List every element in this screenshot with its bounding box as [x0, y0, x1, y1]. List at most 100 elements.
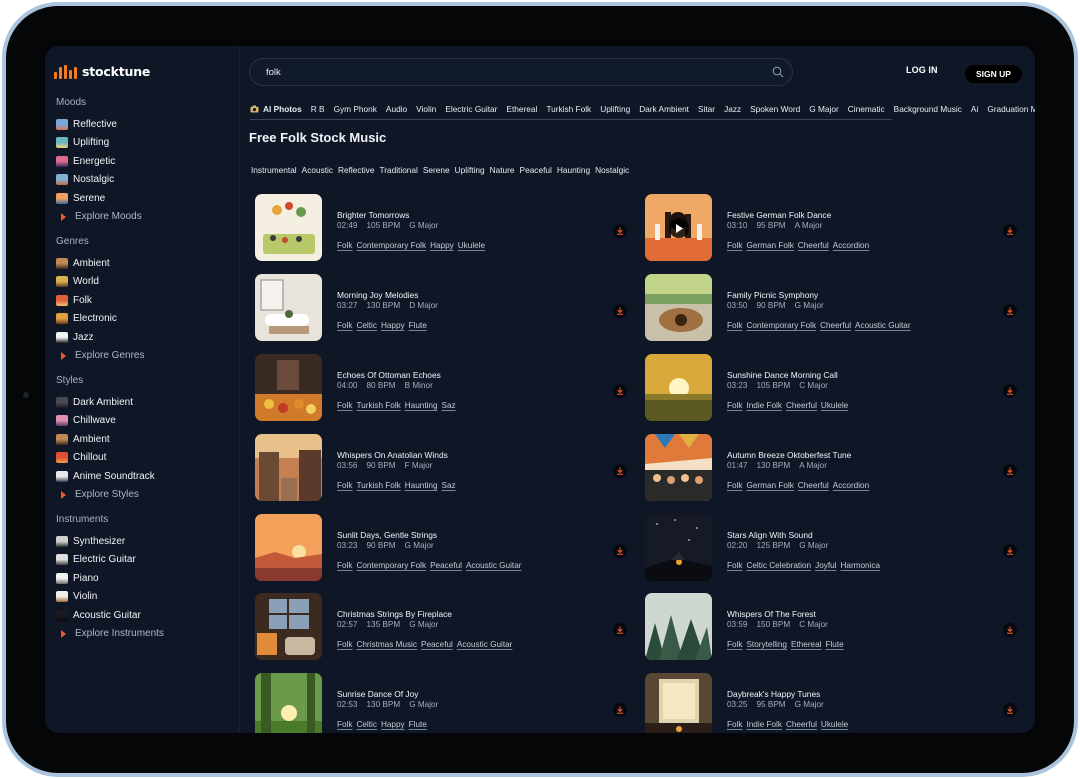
- play-icon[interactable]: [669, 218, 689, 238]
- track-tag[interactable]: Storytelling: [746, 640, 787, 649]
- track-tag[interactable]: Cheerful: [798, 241, 829, 250]
- track-tag[interactable]: Harmonica: [840, 561, 880, 570]
- chip-ethereal[interactable]: Ethereal: [502, 104, 542, 114]
- track-title[interactable]: Festive German Folk Dance: [727, 210, 831, 220]
- chip-sitar[interactable]: Sitar: [694, 104, 720, 114]
- track-card[interactable]: Stars Align With Sound 02:20 125 BPM G Majo…: [645, 511, 1025, 587]
- track-artwork[interactable]: [645, 514, 712, 581]
- subtag-nature[interactable]: Nature: [490, 165, 520, 175]
- track-tag[interactable]: Turkish Folk: [356, 401, 400, 410]
- track-tag[interactable]: Folk: [337, 241, 352, 250]
- sidebar-item-chillwave[interactable]: Chillwave: [56, 412, 155, 431]
- sidebar-item-reflective[interactable]: Reflective: [56, 115, 142, 134]
- track-card[interactable]: Sunrise Dance Of Joy 02:53 130 BPM G Major F…: [255, 670, 635, 733]
- track-tag[interactable]: Flute: [409, 720, 427, 729]
- track-title[interactable]: Echoes Of Ottoman Echoes: [337, 370, 441, 380]
- chip-audio[interactable]: Audio: [381, 104, 411, 114]
- track-title[interactable]: Christmas Strings By Fireplace: [337, 609, 452, 619]
- track-tag[interactable]: Contemporary Folk: [746, 321, 816, 330]
- subtag-traditional[interactable]: Traditional: [379, 165, 422, 175]
- explore-styles-link[interactable]: Explore Styles: [56, 486, 155, 504]
- sidebar-item-piano[interactable]: Piano: [56, 569, 164, 588]
- subtag-nostalgic[interactable]: Nostalgic: [595, 165, 634, 175]
- download-button[interactable]: [1003, 623, 1017, 637]
- download-button[interactable]: [1003, 304, 1017, 318]
- track-title[interactable]: Sunlit Days, Gentle Strings: [337, 530, 437, 540]
- track-card[interactable]: Festive German Folk Dance 03:10 95 BPM A Ma…: [645, 191, 1025, 267]
- download-button[interactable]: [1003, 224, 1017, 238]
- track-tag[interactable]: Happy: [430, 241, 454, 250]
- track-tag[interactable]: German Folk: [746, 481, 793, 490]
- track-tag[interactable]: Peaceful: [421, 640, 453, 649]
- track-title[interactable]: Stars Align With Sound: [727, 530, 813, 540]
- track-tag[interactable]: Folk: [727, 561, 742, 570]
- chip-cinematic[interactable]: Cinematic: [843, 104, 889, 114]
- download-button[interactable]: [613, 464, 627, 478]
- track-card[interactable]: Whispers Of The Forest 03:59 150 BPM C Majo…: [645, 590, 1025, 666]
- track-card[interactable]: Christmas Strings By Fireplace 02:57 135 B…: [255, 590, 635, 666]
- explore-instruments-link[interactable]: Explore Instruments: [56, 625, 164, 643]
- track-tag[interactable]: Indie Folk: [746, 401, 782, 410]
- track-tag[interactable]: Indie Folk: [746, 720, 782, 729]
- track-card[interactable]: Echoes Of Ottoman Echoes 04:00 80 BPM B Min…: [255, 351, 635, 427]
- track-artwork[interactable]: [645, 434, 712, 501]
- sidebar-item-serene[interactable]: Serene: [56, 189, 142, 208]
- sidebar-item-anime-soundtrack[interactable]: Anime Soundtrack: [56, 467, 155, 486]
- track-title[interactable]: Autumn Breeze Oktoberfest Tune: [727, 450, 851, 460]
- track-card[interactable]: Morning Joy Melodies 03:27 130 BPM D Major F…: [255, 271, 635, 347]
- track-card[interactable]: Sunlit Days, Gentle Strings 03:23 90 BPM G …: [255, 511, 635, 587]
- track-artwork[interactable]: [255, 673, 322, 733]
- track-title[interactable]: Whispers Of The Forest: [727, 609, 816, 619]
- download-button[interactable]: [1003, 544, 1017, 558]
- download-button[interactable]: [613, 224, 627, 238]
- track-tag[interactable]: Saz: [442, 401, 456, 410]
- search-input[interactable]: [266, 59, 756, 85]
- chip-g-major[interactable]: G Major: [805, 104, 844, 114]
- sidebar-item-nostalgic[interactable]: Nostalgic: [56, 171, 142, 190]
- track-tag[interactable]: Joyful: [815, 561, 836, 570]
- track-tag[interactable]: Folk: [337, 720, 352, 729]
- track-title[interactable]: Morning Joy Melodies: [337, 290, 418, 300]
- sidebar-item-uplifting[interactable]: Uplifting: [56, 134, 142, 153]
- search-icon[interactable]: [772, 66, 784, 78]
- download-button[interactable]: [1003, 464, 1017, 478]
- subtag-peaceful[interactable]: Peaceful: [520, 165, 557, 175]
- track-title[interactable]: Brighter Tomorrows: [337, 210, 409, 220]
- sidebar-item-jazz[interactable]: Jazz: [56, 328, 144, 347]
- track-tag[interactable]: Contemporary Folk: [356, 561, 426, 570]
- subtag-haunting[interactable]: Haunting: [557, 165, 595, 175]
- chip-background-music[interactable]: Background Music: [889, 104, 966, 114]
- track-artwork[interactable]: [645, 593, 712, 660]
- track-tag[interactable]: Folk: [337, 321, 352, 330]
- track-artwork[interactable]: [645, 274, 712, 341]
- track-title[interactable]: Sunrise Dance Of Joy: [337, 689, 418, 699]
- track-tag[interactable]: Cheerful: [786, 720, 817, 729]
- track-tag[interactable]: Ukulele: [821, 720, 848, 729]
- track-tag[interactable]: Haunting: [405, 401, 438, 410]
- download-button[interactable]: [613, 703, 627, 717]
- login-button[interactable]: LOG IN: [906, 65, 938, 81]
- track-tag[interactable]: Folk: [337, 401, 352, 410]
- track-tag[interactable]: Christmas Music: [356, 640, 417, 649]
- chip-ai-photos[interactable]: AI Photos: [250, 104, 306, 114]
- track-artwork[interactable]: [255, 593, 322, 660]
- track-tag[interactable]: Folk: [727, 720, 742, 729]
- sidebar-item-acoustic-guitar[interactable]: Acoustic Guitar: [56, 606, 164, 625]
- chip-graduation-march[interactable]: Graduation March: [983, 104, 1035, 114]
- explore-moods-link[interactable]: Explore Moods: [56, 208, 142, 226]
- chips-scrollbar[interactable]: [250, 119, 892, 120]
- download-button[interactable]: [1003, 384, 1017, 398]
- track-tag[interactable]: Acoustic Guitar: [457, 640, 513, 649]
- track-tag[interactable]: Ukulele: [821, 401, 848, 410]
- sidebar-item-chillout[interactable]: Chillout: [56, 449, 155, 468]
- track-tag[interactable]: Folk: [727, 401, 742, 410]
- track-tag[interactable]: Celtic Celebration: [746, 561, 811, 570]
- signup-button[interactable]: SIGN UP: [965, 65, 1022, 83]
- track-tag[interactable]: Peaceful: [430, 561, 462, 570]
- chip-violin[interactable]: Violin: [412, 104, 441, 114]
- track-card[interactable]: Daybreak's Happy Tunes 03:25 95 BPM G Major…: [645, 670, 1025, 733]
- track-tag[interactable]: Ethereal: [791, 640, 822, 649]
- track-title[interactable]: Daybreak's Happy Tunes: [727, 689, 820, 699]
- track-tag[interactable]: Cheerful: [798, 481, 829, 490]
- track-artwork[interactable]: [645, 673, 712, 733]
